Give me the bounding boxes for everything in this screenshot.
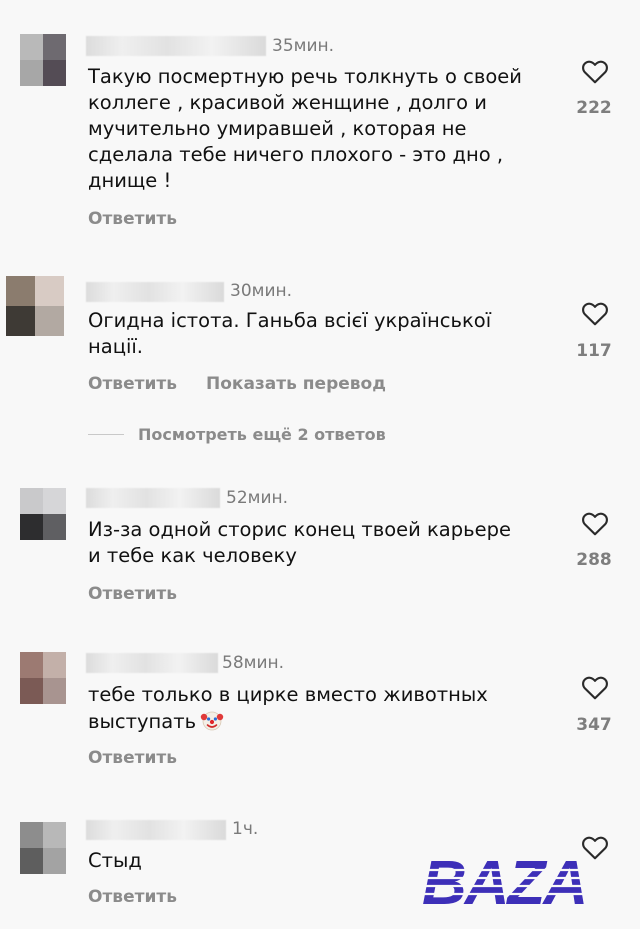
watermark-text: BAZA <box>422 849 586 910</box>
avatar-pixel <box>43 822 66 848</box>
avatar[interactable] <box>20 488 66 540</box>
view-more-replies-button[interactable]: Посмотреть ещё 2 ответов <box>138 425 386 444</box>
heart-outline-icon[interactable] <box>580 58 610 84</box>
comment-time: 1ч. <box>232 819 259 839</box>
avatar-pixel <box>43 60 66 86</box>
comment-text: тебе только в цирке вместо животных выст… <box>88 682 488 735</box>
baza-watermark-logo: BAZA <box>420 849 620 910</box>
comment-text: Огидна істота. Ганьба всієї української … <box>88 309 492 358</box>
like-count: 222 <box>576 98 612 118</box>
like-count: 117 <box>576 341 612 361</box>
avatar-pixel <box>20 678 43 704</box>
reply-button[interactable]: Ответить <box>88 748 177 768</box>
avatar[interactable] <box>20 34 66 86</box>
avatar-pixel <box>35 306 64 336</box>
divider-line <box>88 434 124 435</box>
reply-button[interactable]: Ответить <box>88 374 177 394</box>
translate-button[interactable]: Показать перевод <box>206 374 386 394</box>
avatar-pixel <box>20 848 43 874</box>
heart-outline-icon[interactable] <box>580 510 610 536</box>
comment-text: Стыд <box>88 849 142 872</box>
avatar-pixel <box>20 34 43 60</box>
username-blurred[interactable] <box>86 820 226 840</box>
comment-time: 30мин. <box>230 281 293 301</box>
like-count: 288 <box>576 550 612 570</box>
comment-text: Такую посмертную речь толкнуть о своей к… <box>88 65 522 192</box>
comment-time: 58мин. <box>222 653 285 673</box>
heart-outline-icon[interactable] <box>580 674 610 700</box>
username-blurred[interactable] <box>86 282 224 302</box>
comment-text-content: тебе только в цирке вместо животных выст… <box>88 683 488 733</box>
avatar-pixel <box>6 276 35 306</box>
heart-outline-icon[interactable] <box>580 300 610 326</box>
avatar-pixel <box>20 514 43 540</box>
avatar-pixel <box>20 822 43 848</box>
username-blurred[interactable] <box>86 653 218 673</box>
reply-button[interactable]: Ответить <box>88 887 177 907</box>
avatar-pixel <box>43 34 66 60</box>
comment-time: 35мин. <box>272 36 335 56</box>
username-blurred[interactable] <box>86 36 266 56</box>
avatar-pixel <box>43 514 66 540</box>
reply-button[interactable]: Ответить <box>88 209 177 229</box>
avatar-pixel <box>43 488 66 514</box>
avatar-pixel <box>35 276 64 306</box>
avatar-pixel <box>20 60 43 86</box>
avatar-pixel <box>43 678 66 704</box>
comment-text: Из-за одной сторис конец твоей карьере и… <box>88 518 512 567</box>
avatar[interactable] <box>20 652 66 704</box>
avatar-pixel <box>6 306 35 336</box>
clown-face-icon <box>200 711 224 731</box>
like-count: 347 <box>576 715 612 735</box>
avatar-pixel <box>20 488 43 514</box>
avatar-pixel <box>20 652 43 678</box>
avatar-pixel <box>43 848 66 874</box>
comment-time: 52мин. <box>226 488 289 508</box>
avatar-pixel <box>43 652 66 678</box>
username-blurred[interactable] <box>86 488 220 508</box>
reply-button[interactable]: Ответить <box>88 584 177 604</box>
avatar[interactable] <box>20 822 66 874</box>
avatar[interactable] <box>6 276 64 336</box>
